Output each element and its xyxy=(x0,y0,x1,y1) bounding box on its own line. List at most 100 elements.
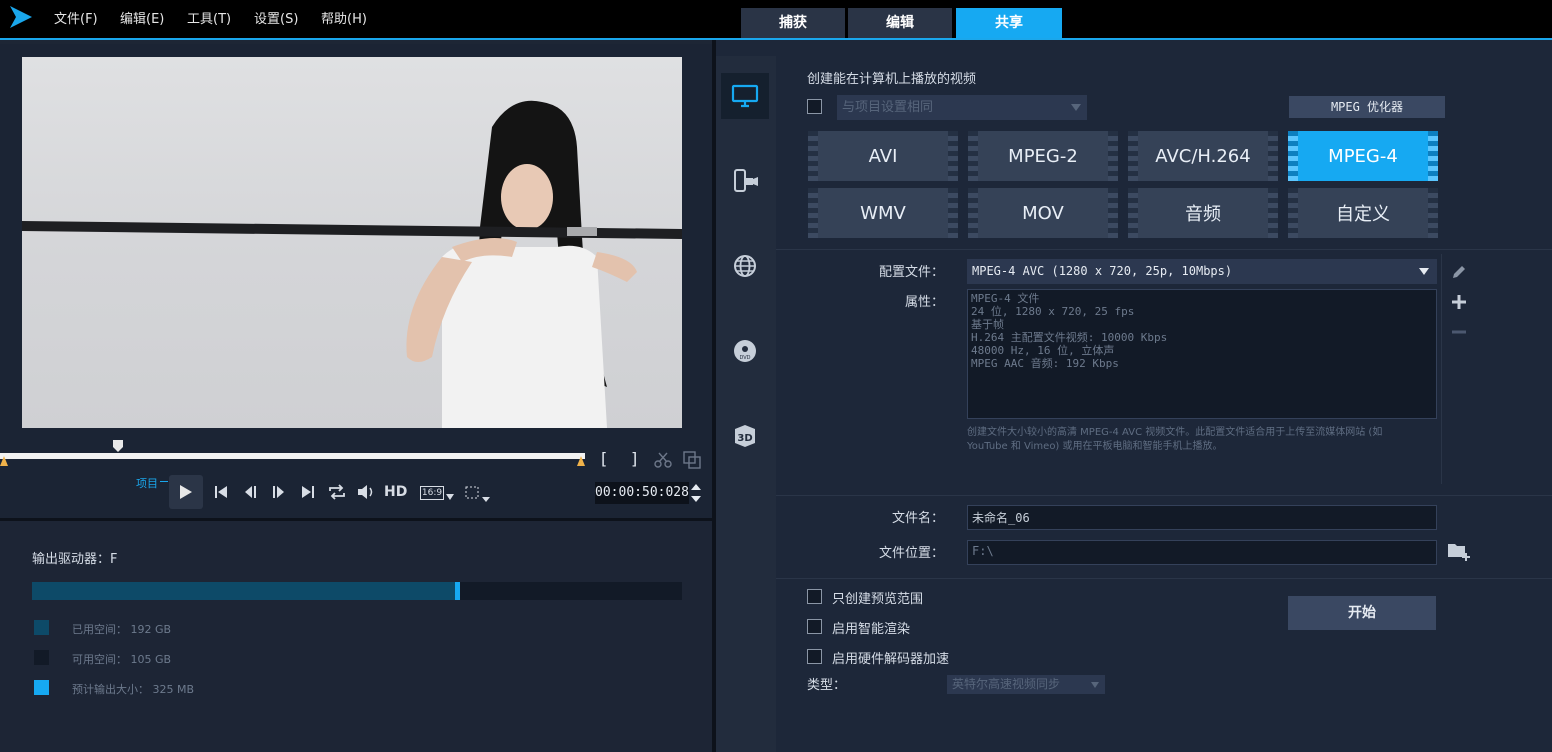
profile-tools-divider xyxy=(1441,254,1442,484)
previous-frame-icon[interactable] xyxy=(243,484,259,500)
device-share-tab[interactable] xyxy=(721,158,769,204)
chevron-down-icon xyxy=(446,494,454,500)
chevron-down-icon xyxy=(1071,104,1081,111)
profile-dropdown[interactable]: MPEG-4 AVC (1280 x 720, 25p, 10Mbps) xyxy=(967,259,1437,284)
property-line: MPEG AAC 音频: 192 Kbps xyxy=(971,357,1119,370)
menu-edit[interactable]: 编辑(E) xyxy=(120,8,164,27)
location-label: 文件位置： xyxy=(878,546,944,561)
section-divider xyxy=(776,578,1552,579)
video-frame-image xyxy=(22,100,682,428)
type-dropdown[interactable]: 英特尔高速视频同步 xyxy=(947,675,1105,694)
next-frame-icon[interactable] xyxy=(270,484,286,500)
format-avc-button[interactable]: AVC/H.264 xyxy=(1128,131,1278,181)
repeat-icon[interactable] xyxy=(327,483,347,501)
output-drive-label: 输出驱动器：F xyxy=(32,552,118,567)
svg-text:3D: 3D xyxy=(737,433,752,444)
app-logo-icon xyxy=(10,6,32,28)
property-line: 24 位, 1280 x 720, 25 fps xyxy=(971,305,1135,318)
go-to-end-icon[interactable] xyxy=(300,484,316,500)
add-profile-icon[interactable] xyxy=(1450,293,1468,311)
tab-share[interactable]: 共享 xyxy=(956,8,1062,38)
hw-decoder-label: 启用硬件解码器加速 xyxy=(832,652,950,667)
legend-estimate-swatch xyxy=(34,680,49,695)
computer-share-tab[interactable] xyxy=(721,73,769,119)
preview-range-label: 只创建预览范围 xyxy=(832,592,924,607)
timecode-stepper-icon[interactable] xyxy=(690,481,702,505)
format-mov-button[interactable]: MOV xyxy=(968,188,1118,238)
profile-value: MPEG-4 AVC (1280 x 720, 25p, 10Mbps) xyxy=(972,264,1233,278)
web-share-tab[interactable] xyxy=(721,243,769,289)
dvd-disc-icon: DVD xyxy=(734,340,756,362)
mpeg-optimizer-button[interactable]: MPEG 优化器 xyxy=(1289,96,1445,118)
chevron-down-icon xyxy=(1419,268,1429,275)
same-as-project-checkbox[interactable] xyxy=(807,99,822,114)
mark-out-button[interactable]: ] xyxy=(631,449,637,468)
project-settings-dropdown[interactable]: 与项目设置相同 xyxy=(837,95,1087,120)
timeline-scrubber[interactable] xyxy=(0,453,585,459)
property-line: 48000 Hz, 16 位, 立体声 xyxy=(971,344,1115,357)
copy-frame-icon[interactable] xyxy=(683,451,701,469)
smart-render-label: 启用智能渲染 xyxy=(832,622,911,637)
type-label: 类型： xyxy=(807,678,847,693)
location-input[interactable]: F:\ xyxy=(967,540,1437,565)
project-mode-dash xyxy=(160,481,168,482)
property-line: H.264 主配置文件视频: 10000 Kbps xyxy=(971,331,1168,344)
filename-input[interactable]: 未命名_06 xyxy=(967,505,1437,530)
menu-tools[interactable]: 工具(T) xyxy=(187,8,231,27)
chevron-down-icon xyxy=(1091,682,1099,688)
volume-icon[interactable] xyxy=(356,483,376,501)
go-to-start-icon[interactable] xyxy=(213,484,229,500)
3d-icon: 3D xyxy=(735,425,755,447)
format-mpeg2-button[interactable]: MPEG-2 xyxy=(968,131,1118,181)
storage-estimate-fill xyxy=(455,582,460,600)
menu-file[interactable]: 文件(F) xyxy=(54,8,98,27)
format-audio-button[interactable]: 音频 xyxy=(1128,188,1278,238)
hw-decoder-checkbox[interactable] xyxy=(807,649,822,664)
tab-edit[interactable]: 编辑 xyxy=(848,8,952,38)
format-custom-button[interactable]: 自定义 xyxy=(1288,188,1438,238)
remove-profile-icon[interactable] xyxy=(1450,323,1468,341)
safe-zone-icon[interactable] xyxy=(464,485,490,503)
start-button[interactable]: 开始 xyxy=(1288,596,1436,630)
video-preview[interactable] xyxy=(22,57,682,428)
section-divider xyxy=(776,495,1552,496)
play-icon xyxy=(180,485,192,499)
legend-free-swatch xyxy=(34,650,49,665)
properties-label: 属性： xyxy=(904,295,944,310)
project-mode-label[interactable]: 项目 xyxy=(136,475,158,491)
monitor-icon xyxy=(731,84,759,108)
format-mpeg4-button[interactable]: MPEG-4 xyxy=(1288,131,1438,181)
device-icon xyxy=(734,169,758,192)
browse-folder-icon[interactable] xyxy=(1447,541,1471,561)
aspect-ratio-button[interactable]: 16:9 xyxy=(420,486,444,500)
legend-used-label: 已用空间： 192 GB xyxy=(72,623,172,636)
playhead-handle[interactable] xyxy=(111,438,125,452)
legend-used-swatch xyxy=(34,620,49,635)
timecode-display[interactable]: 00:00:50:028 xyxy=(595,482,689,504)
project-settings-value: 与项目设置相同 xyxy=(842,100,934,115)
menu-settings[interactable]: 设置(S) xyxy=(254,8,298,27)
hd-preview-toggle[interactable]: HD xyxy=(384,484,407,500)
play-button[interactable] xyxy=(169,475,203,509)
smart-render-checkbox[interactable] xyxy=(807,619,822,634)
disc-share-tab[interactable]: DVD xyxy=(721,328,769,374)
legend-free-label: 可用空间： 105 GB xyxy=(72,653,172,666)
3d-share-tab[interactable]: 3D xyxy=(721,413,769,459)
storage-bar xyxy=(32,582,682,600)
properties-box: MPEG-4 文件 24 位, 1280 x 720, 25 fps 基于帧 H… xyxy=(967,289,1437,419)
preview-range-checkbox[interactable] xyxy=(807,589,822,604)
share-section-title: 创建能在计算机上播放的视频 xyxy=(807,72,977,87)
globe-icon xyxy=(734,255,756,277)
menu-help[interactable]: 帮助(H) xyxy=(321,8,367,27)
format-wmv-button[interactable]: WMV xyxy=(808,188,958,238)
tab-capture[interactable]: 捕获 xyxy=(741,8,845,38)
mark-in-button[interactable]: [ xyxy=(601,449,607,468)
property-line: MPEG-4 文件 xyxy=(971,292,1040,305)
type-value: 英特尔高速视频同步 xyxy=(952,677,1061,691)
filename-label: 文件名： xyxy=(891,511,944,526)
profile-label: 配置文件： xyxy=(878,265,944,280)
edit-profile-icon[interactable] xyxy=(1450,263,1468,281)
svg-text:DVD: DVD xyxy=(739,355,750,361)
scissors-icon[interactable] xyxy=(654,451,672,469)
format-avi-button[interactable]: AVI xyxy=(808,131,958,181)
